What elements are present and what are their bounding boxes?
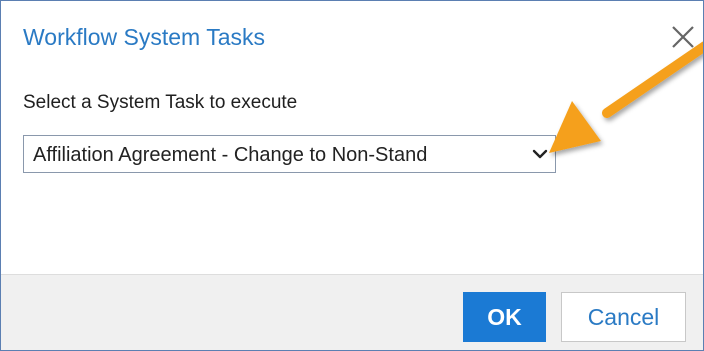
selected-task-value: Affiliation Agreement - Change to Non-St… <box>33 144 428 166</box>
dialog-footer: OK Cancel <box>1 274 703 350</box>
close-button[interactable] <box>665 17 703 57</box>
dialog-title: Workflow System Tasks <box>23 24 265 50</box>
system-task-label: Select a System Task to execute <box>23 92 298 113</box>
workflow-system-tasks-dialog: Workflow System Tasks Select a System Ta… <box>0 0 704 351</box>
ok-button[interactable]: OK <box>463 292 546 342</box>
cancel-button[interactable]: Cancel <box>561 292 686 342</box>
chevron-down-icon <box>532 149 548 159</box>
system-task-select[interactable]: Affiliation Agreement - Change to Non-St… <box>23 135 556 173</box>
close-x-icon <box>672 26 694 48</box>
